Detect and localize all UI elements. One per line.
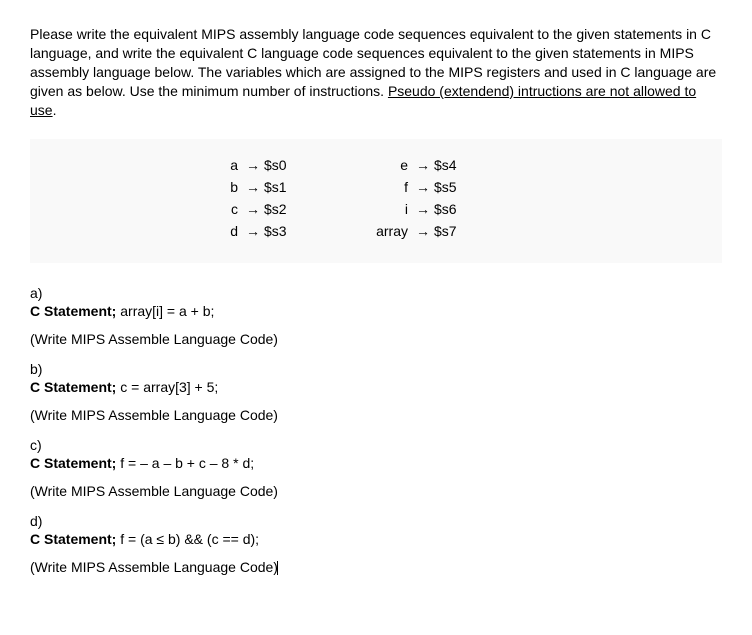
c-statement-line: C Statement; c = array[3] + 5; [30,379,722,395]
reg-name: $s6 [434,201,457,217]
write-instruction: (Write MIPS Assemble Language Code) [30,483,722,499]
statement-code: array[i] = a + b; [116,303,214,319]
arrow-icon: → [416,179,430,195]
c-statement-line: C Statement; f = – a – b + c – 8 * d; [30,455,722,471]
var-name: d [206,223,246,239]
var-name: a [206,157,246,173]
arrow-icon: → [246,179,260,195]
text-cursor-icon [277,561,278,575]
reg-name: $s7 [434,223,457,239]
problem-label: b) [30,361,722,377]
mapping-cell: b → $s1 [206,179,376,195]
statement-code: f = – a – b + c – 8 * d; [116,455,254,471]
var-name: e [376,157,416,173]
arrow-icon: → [416,157,430,173]
write-instruction: (Write MIPS Assemble Language Code) [30,407,722,423]
intro-paragraph: Please write the equivalent MIPS assembl… [30,25,722,119]
reg-name: $s0 [264,157,287,173]
register-mapping-box: a → $s0 e → $s4 b → $s1 f → $s5 c → $s2 … [30,139,722,263]
arrow-icon: → [416,223,430,239]
mapping-cell: c → $s2 [206,201,376,217]
mapping-cell: array → $s7 [376,223,546,239]
arrow-icon: → [246,201,260,217]
problem-d: d) C Statement; f = (a ≤ b) && (c == d);… [30,513,722,575]
statement-prefix: C Statement; [30,379,116,395]
arrow-icon: → [246,223,260,239]
mapping-cell: i → $s6 [376,201,546,217]
problem-a: a) C Statement; array[i] = a + b; (Write… [30,285,722,347]
write-instruction: (Write MIPS Assemble Language Code) [30,331,722,347]
var-name: c [206,201,246,217]
problem-label: a) [30,285,722,301]
mapping-cell: f → $s5 [376,179,546,195]
problem-label: d) [30,513,722,529]
mapping-cell: e → $s4 [376,157,546,173]
reg-name: $s5 [434,179,457,195]
mapping-row: d → $s3 array → $s7 [30,223,722,239]
var-name: array [376,223,416,239]
c-statement-line: C Statement; f = (a ≤ b) && (c == d); [30,531,722,547]
write-text: (Write MIPS Assemble Language Code) [30,559,278,575]
statement-prefix: C Statement; [30,531,116,547]
problem-b: b) C Statement; c = array[3] + 5; (Write… [30,361,722,423]
reg-name: $s2 [264,201,287,217]
mapping-row: a → $s0 e → $s4 [30,157,722,173]
mapping-cell: a → $s0 [206,157,376,173]
intro-period: . [53,102,57,118]
c-statement-line: C Statement; array[i] = a + b; [30,303,722,319]
var-name: i [376,201,416,217]
mapping-cell: d → $s3 [206,223,376,239]
statement-code: f = (a ≤ b) && (c == d); [116,531,259,547]
statement-prefix: C Statement; [30,455,116,471]
statement-prefix: C Statement; [30,303,116,319]
reg-name: $s1 [264,179,287,195]
reg-name: $s4 [434,157,457,173]
problem-label: c) [30,437,722,453]
problem-c: c) C Statement; f = – a – b + c – 8 * d;… [30,437,722,499]
mapping-row: c → $s2 i → $s6 [30,201,722,217]
mapping-row: b → $s1 f → $s5 [30,179,722,195]
arrow-icon: → [416,201,430,217]
var-name: b [206,179,246,195]
arrow-icon: → [246,157,260,173]
statement-code: c = array[3] + 5; [116,379,218,395]
var-name: f [376,179,416,195]
write-instruction: (Write MIPS Assemble Language Code) [30,559,722,575]
reg-name: $s3 [264,223,287,239]
